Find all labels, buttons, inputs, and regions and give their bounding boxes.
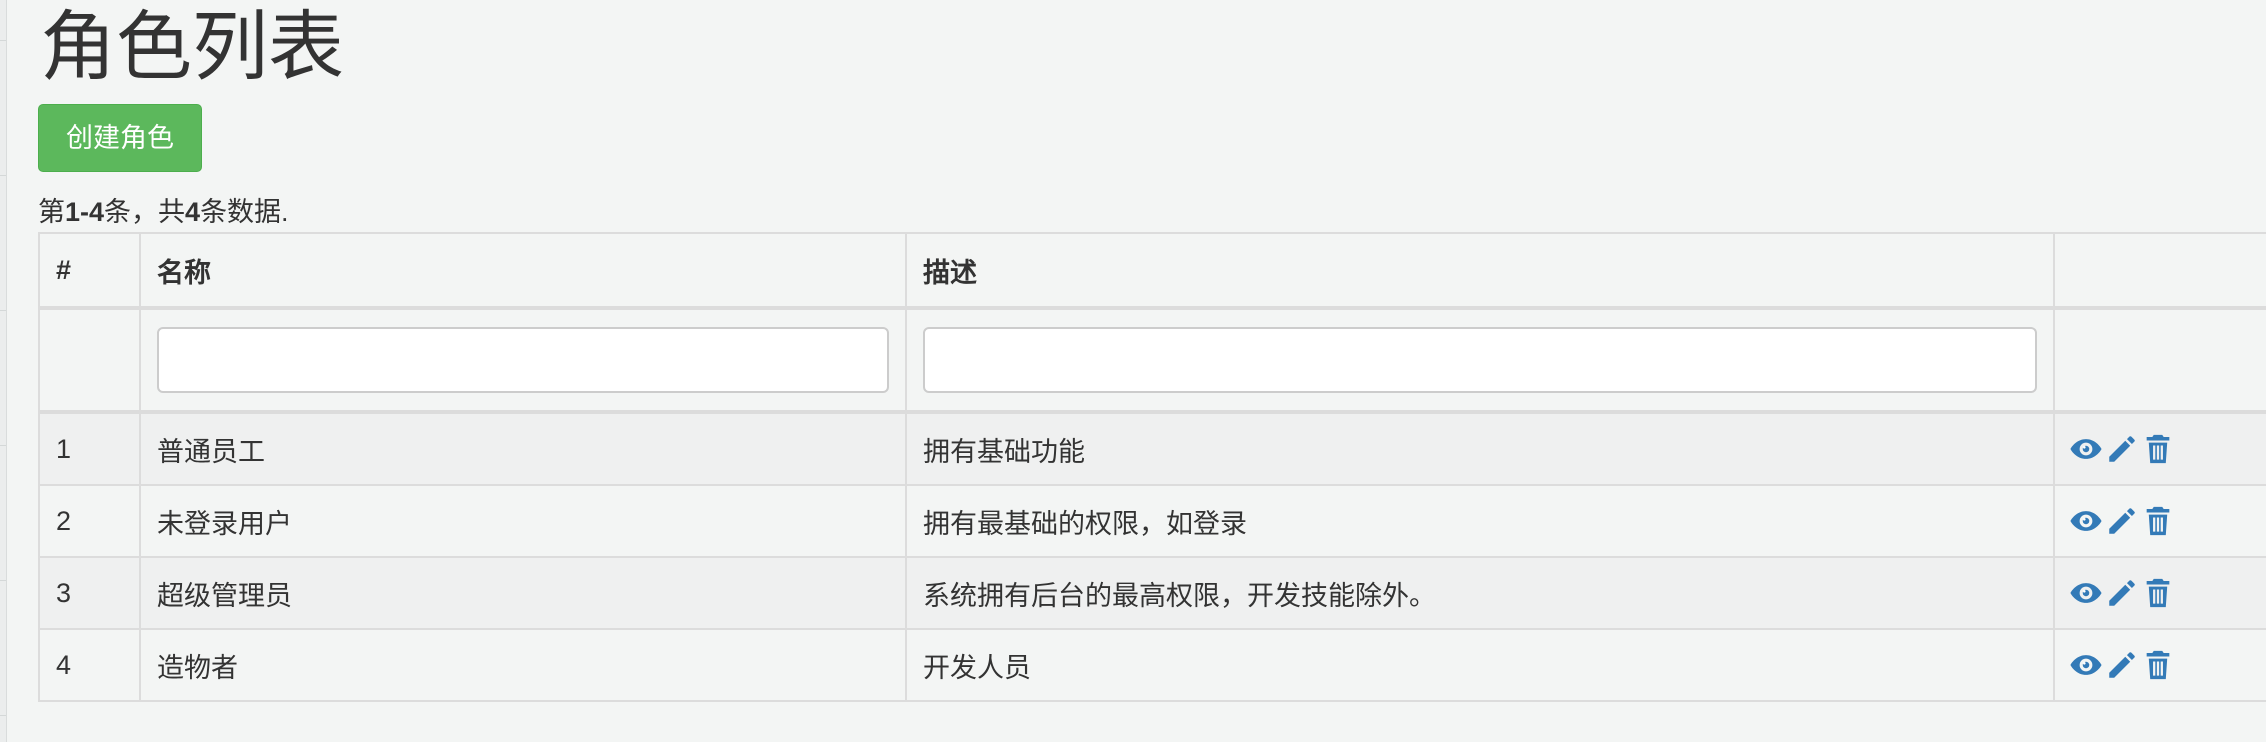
row-index: 3 — [38, 556, 141, 630]
row-actions — [2053, 628, 2266, 702]
summary-prefix: 第 — [38, 197, 65, 227]
left-sidebar-edge — [0, 0, 7, 742]
trash-icon[interactable] — [2141, 432, 2175, 466]
summary-suffix: 条数据. — [200, 197, 289, 227]
row-name: 造物者 — [139, 628, 907, 702]
pagination-summary: 第1-4条，共4条数据. — [38, 194, 289, 230]
row-index: 2 — [38, 484, 141, 558]
pencil-icon[interactable] — [2105, 576, 2139, 610]
table-row: 3 超级管理员 系统拥有后台的最高权限，开发技能除外。 — [38, 556, 2266, 630]
row-description: 系统拥有后台的最高权限，开发技能除外。 — [905, 556, 2055, 630]
column-header-name[interactable]: 名称 — [139, 232, 907, 310]
pencil-icon[interactable] — [2105, 648, 2139, 682]
trash-icon[interactable] — [2141, 648, 2175, 682]
summary-middle: 条，共 — [104, 197, 186, 227]
pencil-icon[interactable] — [2105, 504, 2139, 538]
column-header-description[interactable]: 描述 — [905, 232, 2055, 310]
eye-icon[interactable] — [2069, 504, 2103, 538]
page-title: 角色列表 — [40, 5, 344, 90]
pencil-icon[interactable] — [2105, 432, 2139, 466]
row-index: 1 — [38, 411, 141, 486]
create-role-button[interactable]: 创建角色 — [38, 104, 202, 172]
table-row: 1 普通员工 拥有基础功能 — [38, 411, 2266, 486]
table-header-row: # 名称 描述 — [38, 232, 2266, 310]
row-description: 拥有基础功能 — [905, 411, 2055, 486]
table-row: 4 造物者 开发人员 — [38, 628, 2266, 702]
name-filter-input[interactable] — [157, 327, 889, 393]
filter-cell-actions — [2053, 307, 2266, 414]
filter-cell-description — [905, 307, 2055, 414]
row-actions — [2053, 484, 2266, 558]
summary-range: 1-4 — [65, 197, 105, 227]
row-actions — [2053, 411, 2266, 486]
row-name: 超级管理员 — [139, 556, 907, 630]
trash-icon[interactable] — [2141, 504, 2175, 538]
table-row: 2 未登录用户 拥有最基础的权限，如登录 — [38, 484, 2266, 558]
row-name: 普通员工 — [139, 411, 907, 486]
eye-icon[interactable] — [2069, 648, 2103, 682]
roles-table: # 名称 描述 1 普通员工 拥有基础功能 2 未登录用户 拥有最基础的权限，如… — [38, 232, 2266, 702]
column-header-index: # — [38, 232, 141, 310]
filter-cell-name — [139, 307, 907, 414]
table-filter-row — [38, 307, 2266, 414]
eye-icon[interactable] — [2069, 576, 2103, 610]
summary-total: 4 — [185, 197, 201, 227]
row-index: 4 — [38, 628, 141, 702]
row-actions — [2053, 556, 2266, 630]
row-description: 开发人员 — [905, 628, 2055, 702]
trash-icon[interactable] — [2141, 576, 2175, 610]
row-name: 未登录用户 — [139, 484, 907, 558]
row-description: 拥有最基础的权限，如登录 — [905, 484, 2055, 558]
eye-icon[interactable] — [2069, 432, 2103, 466]
column-header-actions — [2053, 232, 2266, 310]
filter-cell-index — [38, 307, 141, 414]
description-filter-input[interactable] — [923, 327, 2037, 393]
